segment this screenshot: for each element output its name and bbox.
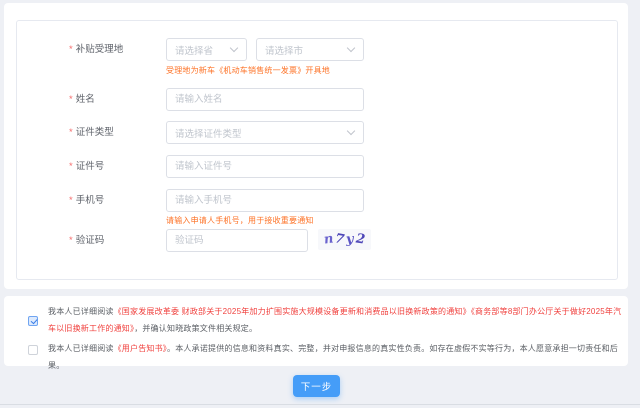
form-panel: *补贴受理地 请选择省 请选择市 受理地为新车《机动车销售统一发票》开具地 *姓…: [16, 20, 618, 280]
captcha-char: 7: [334, 232, 345, 246]
province-select-placeholder: 请选择省: [167, 43, 231, 57]
required-asterisk: *: [69, 235, 73, 246]
footer-divider: [0, 404, 640, 405]
region-label: *补贴受理地: [69, 38, 123, 61]
chevron-down-icon: [347, 44, 355, 52]
policy-agreement-checkbox[interactable]: [28, 316, 38, 326]
captcha-label: *验证码: [69, 229, 104, 252]
user-notice-text: 我本人已详细阅读《用户告知书》。本人承诺提供的信息和资料真实、完整，并对申报信息…: [48, 340, 628, 374]
required-asterisk: *: [69, 127, 73, 138]
agreement-prefix: 我本人已详细阅读: [48, 344, 114, 353]
captcha-image[interactable]: n 7 y 2: [318, 229, 371, 250]
captcha-input[interactable]: [166, 229, 308, 252]
id-number-label: *证件号: [69, 155, 104, 178]
phone-input[interactable]: [166, 189, 364, 212]
agreement-prefix: 我本人已详细阅读: [48, 307, 114, 316]
chevron-down-icon: [347, 127, 355, 135]
captcha-char: n: [323, 232, 334, 246]
next-button[interactable]: 下一步: [293, 375, 340, 397]
id-type-select-placeholder: 请选择证件类型: [167, 126, 348, 140]
form-card: *补贴受理地 请选择省 请选择市 受理地为新车《机动车销售统一发票》开具地 *姓…: [4, 3, 628, 289]
required-asterisk: *: [69, 44, 73, 55]
captcha-char: 2: [355, 232, 366, 246]
chevron-down-icon: [230, 44, 238, 52]
id-type-label: *证件类型: [69, 121, 114, 144]
user-notice-link[interactable]: 《用户告知书》: [114, 344, 167, 353]
phone-label: *手机号: [69, 189, 104, 212]
required-asterisk: *: [69, 94, 73, 105]
agreement-suffix: ，并确认知晓政策文件相关规定。: [134, 324, 257, 333]
page: *补贴受理地 请选择省 请选择市 受理地为新车《机动车销售统一发票》开具地 *姓…: [0, 0, 640, 408]
policy-link-1[interactable]: 《国家发展改革委 财政部关于2025年加力扩围实施大规模设备更新和消费品以旧换新…: [114, 307, 471, 316]
captcha-char: y: [346, 233, 354, 246]
phone-hint: 请输入申请人手机号，用于接收重要通知: [166, 215, 314, 226]
policy-agreement-text: 我本人已详细阅读《国家发展改革委 财政部关于2025年加力扩围实施大规模设备更新…: [48, 303, 628, 337]
name-input[interactable]: [166, 88, 364, 111]
city-select-placeholder: 请选择市: [257, 43, 348, 57]
name-label: *姓名: [69, 88, 95, 111]
id-type-select[interactable]: 请选择证件类型: [166, 121, 364, 144]
required-asterisk: *: [69, 161, 73, 172]
region-hint: 受理地为新车《机动车销售统一发票》开具地: [166, 65, 330, 76]
id-number-input[interactable]: [166, 155, 364, 178]
required-asterisk: *: [69, 195, 73, 206]
city-select[interactable]: 请选择市: [256, 38, 364, 61]
agreements-card: 我本人已详细阅读《国家发展改革委 财政部关于2025年加力扩围实施大规模设备更新…: [4, 296, 628, 366]
province-select[interactable]: 请选择省: [166, 38, 247, 61]
user-notice-checkbox[interactable]: [28, 345, 38, 355]
